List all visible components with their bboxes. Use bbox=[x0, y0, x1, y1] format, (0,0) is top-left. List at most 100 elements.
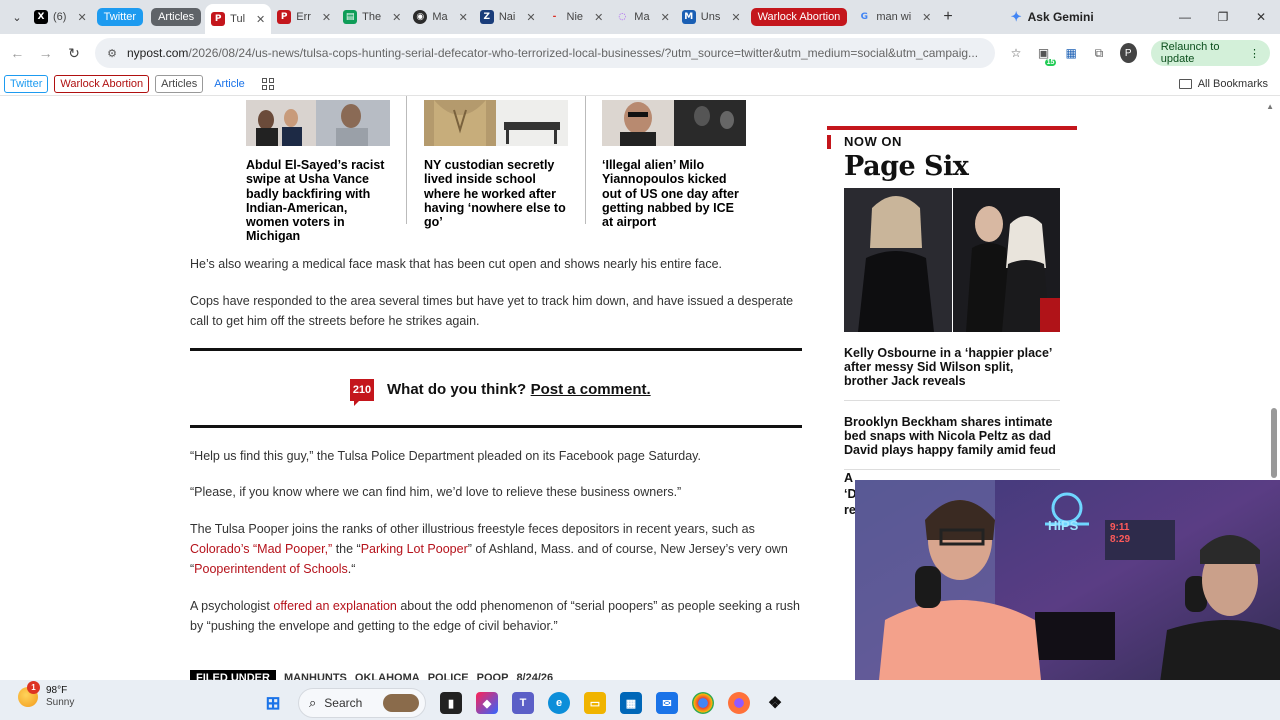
address-bar[interactable]: ⚙ nypost.com/2026/08/24/us-news/tulsa-co… bbox=[95, 38, 996, 68]
tab-5[interactable]: Z Nai ✕ bbox=[474, 4, 542, 30]
relaunch-label: Relaunch to update bbox=[1160, 41, 1220, 65]
tab-group-articles[interactable]: Articles bbox=[151, 8, 202, 26]
tab-6[interactable]: - Nie ✕ bbox=[542, 4, 610, 30]
page-scrollbar-thumb[interactable] bbox=[1271, 408, 1277, 478]
ask-gemini-button[interactable]: ✦ Ask Gemini bbox=[1011, 9, 1094, 25]
close-icon[interactable]: ✕ bbox=[392, 11, 401, 24]
windows-start-icon[interactable]: ⊞ bbox=[262, 692, 284, 714]
extension-icon[interactable]: ▦ bbox=[1064, 45, 1078, 61]
close-icon[interactable]: ✕ bbox=[661, 11, 670, 24]
tab-group-warlock[interactable]: Warlock Abortion bbox=[750, 8, 848, 26]
close-icon[interactable]: ✕ bbox=[459, 11, 468, 24]
reload-icon[interactable]: ↻ bbox=[67, 45, 81, 62]
new-tab-button[interactable]: + bbox=[943, 8, 952, 26]
url-host: nypost.com bbox=[127, 46, 189, 60]
tab-label: Nai bbox=[498, 11, 516, 23]
tab-9[interactable]: G man wi ✕ bbox=[851, 4, 937, 30]
tab-label: Err bbox=[296, 11, 311, 23]
edge-icon[interactable]: e bbox=[548, 692, 570, 714]
profile-avatar[interactable]: P bbox=[1119, 43, 1137, 63]
more-menu-icon[interactable]: ⋮ bbox=[1249, 47, 1260, 60]
related-thumbnail[interactable] bbox=[424, 100, 568, 146]
related-divider bbox=[406, 96, 407, 224]
tag-link[interactable]: POOP bbox=[477, 672, 509, 680]
bookmark-twitter[interactable]: Twitter bbox=[4, 74, 49, 93]
bookmark-star-icon[interactable]: ☆ bbox=[1009, 45, 1023, 61]
explanation-link[interactable]: offered an explanation bbox=[273, 599, 396, 613]
chrome-icon[interactable] bbox=[692, 692, 714, 714]
dropbox-icon[interactable]: ❖ bbox=[764, 692, 786, 714]
article-paragraph: “Please, if you know where we can find h… bbox=[190, 485, 682, 499]
post-comment-link[interactable]: Post a comment. bbox=[531, 381, 651, 398]
tag-link[interactable]: OKLAHOMA bbox=[355, 672, 420, 680]
related-title[interactable]: Abdul El-Sayed’s racist swipe at Usha Va… bbox=[246, 158, 391, 244]
tab-7[interactable]: ◌ Ma ✕ bbox=[609, 4, 676, 30]
filed-under: FILED UNDER MANHUNTS OKLAHOMA POLICE POO… bbox=[190, 670, 553, 680]
close-icon[interactable]: ✕ bbox=[922, 11, 931, 24]
firefox-icon[interactable] bbox=[728, 692, 750, 714]
related-thumbnail[interactable] bbox=[602, 100, 746, 146]
related-thumbnail[interactable] bbox=[246, 100, 390, 146]
gemini-icon: ✦ bbox=[1010, 9, 1022, 24]
article-paragraph: Cops have responded to the area several … bbox=[190, 294, 794, 328]
weather-widget[interactable]: 1 98°F Sunny bbox=[18, 681, 74, 709]
scroll-up-icon[interactable]: ▲ bbox=[1266, 102, 1274, 111]
pooperintendent-link[interactable]: Pooperintendent of Schools bbox=[194, 562, 348, 576]
back-icon[interactable]: ← bbox=[10, 45, 24, 61]
tag-date: 8/24/26 bbox=[516, 672, 554, 680]
related-title[interactable]: ‘Illegal alien’ Milo Yiannopoulos kicked… bbox=[602, 158, 747, 229]
sidebar-story-link[interactable]: Kelly Osbourne in a ‘happier place’ afte… bbox=[844, 332, 1060, 401]
store-icon[interactable]: ▦ bbox=[620, 692, 642, 714]
parking-lot-pooper-link[interactable]: Parking Lot Pooper bbox=[361, 542, 468, 556]
tab-3[interactable]: ▤ The ✕ bbox=[337, 4, 407, 30]
site-info-icon[interactable]: ⚙ bbox=[107, 47, 117, 60]
close-icon[interactable]: ✕ bbox=[77, 11, 86, 24]
file-explorer-icon[interactable]: ▭ bbox=[584, 692, 606, 714]
bookmark-article[interactable]: Article bbox=[209, 75, 250, 93]
tab-search-dropdown[interactable]: ⌄ bbox=[6, 6, 28, 28]
task-view-icon[interactable]: ▮ bbox=[440, 692, 462, 714]
taskbar: 1 98°F Sunny ⊞ ⌕ Search ▮ ◆ T e ▭ ▦ ✉ ❖ bbox=[0, 680, 1280, 720]
related-card[interactable]: ‘Illegal alien’ Milo Yiannopoulos kicked… bbox=[602, 100, 762, 244]
close-icon[interactable]: ✕ bbox=[322, 11, 331, 24]
copilot-icon[interactable]: ◆ bbox=[476, 692, 498, 714]
tab-4[interactable]: ◉ Ma ✕ bbox=[407, 4, 474, 30]
related-title[interactable]: NY custodian secretly lived inside schoo… bbox=[424, 158, 569, 229]
restore-icon[interactable]: ❐ bbox=[1204, 0, 1242, 34]
apps-grid-icon[interactable] bbox=[261, 77, 274, 90]
digital-clock-text: 9:11 8:29 bbox=[1110, 522, 1131, 545]
related-card[interactable]: Abdul El-Sayed’s racist swipe at Usha Va… bbox=[246, 100, 406, 244]
extension-badge-icon[interactable]: ▣ 15 bbox=[1037, 45, 1057, 66]
all-bookmarks-button[interactable]: All Bookmarks bbox=[1178, 78, 1268, 90]
thumbnail-image bbox=[246, 100, 390, 146]
minimize-icon[interactable]: — bbox=[1166, 0, 1204, 34]
sidebar-story-link[interactable]: Brooklyn Beckham shares intimate bed sna… bbox=[844, 401, 1060, 470]
comment-count-badge[interactable]: 210 bbox=[350, 379, 374, 406]
teams-icon[interactable]: T bbox=[512, 692, 534, 714]
bookmark-articles[interactable]: Articles bbox=[155, 74, 204, 93]
mad-pooper-link[interactable]: Colorado’s “Mad Pooper,” bbox=[190, 542, 332, 556]
tab-0[interactable]: X (6) ✕ bbox=[28, 4, 93, 30]
forward-icon[interactable]: → bbox=[38, 45, 53, 61]
tab-label: Ma bbox=[432, 11, 448, 23]
close-icon[interactable]: ✕ bbox=[256, 13, 265, 26]
close-icon[interactable]: ✕ bbox=[594, 11, 603, 24]
close-icon[interactable]: ✕ bbox=[526, 11, 535, 24]
tab-label: Uns bbox=[700, 11, 721, 23]
puzzle-icon[interactable]: ⧉ bbox=[1092, 45, 1106, 61]
close-icon[interactable]: ✕ bbox=[731, 11, 740, 24]
tag-link[interactable]: MANHUNTS bbox=[284, 672, 347, 680]
page-six-logo[interactable]: Page Six bbox=[844, 151, 1077, 182]
tag-link[interactable]: POLICE bbox=[428, 672, 469, 680]
tab-active[interactable]: P Tul ✕ bbox=[205, 4, 272, 34]
relaunch-button[interactable]: Relaunch to update ⋮ bbox=[1150, 40, 1270, 66]
sidebar-hero-image[interactable] bbox=[844, 188, 1060, 332]
tab-group-twitter[interactable]: Twitter bbox=[96, 8, 144, 26]
related-card[interactable]: NY custodian secretly lived inside schoo… bbox=[424, 100, 584, 244]
bookmark-warlock-abortion[interactable]: Warlock Abortion bbox=[54, 74, 150, 93]
taskbar-search[interactable]: ⌕ Search bbox=[298, 688, 426, 718]
close-window-icon[interactable]: ✕ bbox=[1242, 0, 1280, 34]
mail-icon[interactable]: ✉ bbox=[656, 692, 678, 714]
tab-2[interactable]: P Err ✕ bbox=[271, 4, 337, 30]
tab-8[interactable]: M Uns ✕ bbox=[676, 4, 747, 30]
